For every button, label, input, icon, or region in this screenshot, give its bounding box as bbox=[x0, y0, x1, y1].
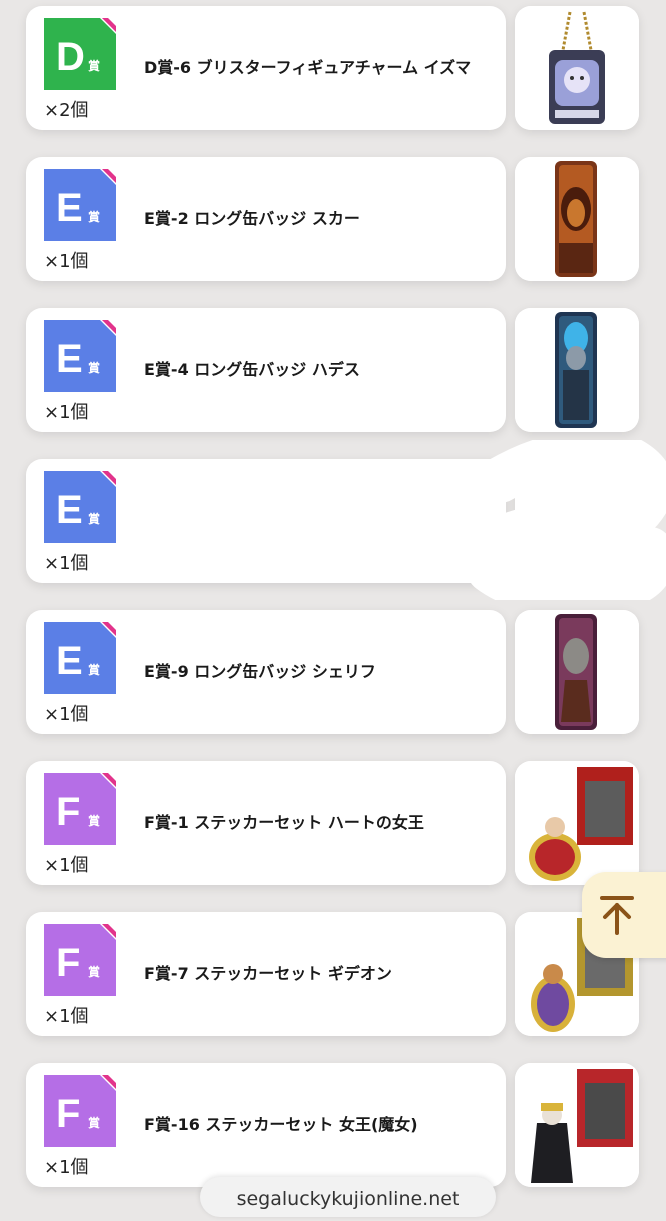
quantity: ×1個 bbox=[44, 855, 89, 876]
prize-image-sticker-evil-queen[interactable] bbox=[515, 1063, 639, 1187]
prize-card[interactable]: F 賞 ×1個 F賞-16 ステッカーセット 女王(魔女) bbox=[26, 1063, 506, 1187]
grade-f-badge-icon: F 賞 bbox=[44, 924, 116, 996]
badge-suffix: 賞 bbox=[88, 58, 100, 73]
badge-suffix: 賞 bbox=[88, 1115, 100, 1130]
quantity: ×1個 bbox=[44, 1006, 89, 1027]
prize-title: E賞-4 ロング缶バッジ ハデス bbox=[144, 360, 360, 379]
badge-letter: F bbox=[56, 790, 80, 834]
badge-suffix: 賞 bbox=[88, 511, 100, 526]
list-item[interactable]: E 賞 ×1個 E賞-4 ロング缶バッジ ハデス bbox=[0, 308, 666, 434]
badge-suffix: 賞 bbox=[88, 964, 100, 979]
prize-card[interactable]: F 賞 ×1個 F賞-1 ステッカーセット ハートの女王 bbox=[26, 761, 506, 885]
prize-image-blister-charm[interactable] bbox=[515, 6, 639, 130]
scroll-to-top-button[interactable] bbox=[582, 872, 666, 958]
quantity: ×1個 bbox=[44, 402, 89, 423]
url-text: segaluckykujionline.net bbox=[236, 1188, 460, 1210]
prize-image-sticker-queen-of-hearts[interactable] bbox=[515, 761, 639, 885]
prize-image-long-badge-sheriff[interactable] bbox=[515, 610, 639, 734]
badge-letter: F bbox=[56, 941, 80, 985]
badge-suffix: 賞 bbox=[88, 662, 100, 677]
prize-title bbox=[144, 459, 484, 583]
quantity: ×1個 bbox=[44, 1157, 89, 1178]
prize-card[interactable]: E 賞 ×1個 E賞-9 ロング缶バッジ シェリフ bbox=[26, 610, 506, 734]
prize-title: D賞-6 ブリスターフィギュアチャーム イズマ bbox=[144, 58, 472, 77]
prize-title: F賞-1 ステッカーセット ハートの女王 bbox=[144, 813, 424, 832]
badge-letter: E bbox=[56, 186, 83, 230]
prize-title: F賞-7 ステッカーセット ギデオン bbox=[144, 964, 392, 983]
url-bar[interactable]: segaluckykujionline.net bbox=[200, 1177, 496, 1217]
badge-suffix: 賞 bbox=[88, 209, 100, 224]
badge-suffix: 賞 bbox=[88, 360, 100, 375]
grade-d-badge-icon: D 賞 bbox=[44, 18, 116, 90]
list-item[interactable]: E 賞 ×1個 E賞-2 ロング缶バッジ スカー bbox=[0, 157, 666, 283]
badge-letter: F bbox=[56, 1092, 80, 1136]
badge-letter: D bbox=[56, 35, 85, 79]
prize-card[interactable]: F 賞 ×1個 F賞-7 ステッカーセット ギデオン bbox=[26, 912, 506, 1036]
prize-card[interactable]: E 賞 ×1個 bbox=[26, 459, 506, 583]
list-item[interactable]: F 賞 ×1個 F賞-1 ステッカーセット ハートの女王 bbox=[0, 761, 666, 887]
scribble-overlay bbox=[465, 430, 666, 616]
prize-image-long-badge-hades[interactable] bbox=[515, 308, 639, 432]
badge-letter: E bbox=[56, 639, 83, 683]
list-item[interactable]: F 賞 ×1個 F賞-7 ステッカーセット ギデオン bbox=[0, 912, 666, 1038]
badge-letter: E bbox=[56, 337, 83, 381]
grade-f-badge-icon: F 賞 bbox=[44, 1075, 116, 1147]
prize-card[interactable]: E 賞 ×1個 E賞-4 ロング缶バッジ ハデス bbox=[26, 308, 506, 432]
badge-suffix: 賞 bbox=[88, 813, 100, 828]
prize-card[interactable]: D 賞 ×2個 D賞-6 ブリスターフィギュアチャーム イズマ bbox=[26, 6, 506, 130]
quantity: ×1個 bbox=[44, 704, 89, 725]
quantity: ×1個 bbox=[44, 251, 89, 272]
grade-e-badge-icon: E 賞 bbox=[44, 622, 116, 694]
prize-title: F賞-16 ステッカーセット 女王(魔女) bbox=[144, 1115, 418, 1134]
grade-e-badge-icon: E 賞 bbox=[44, 169, 116, 241]
prize-card[interactable]: E 賞 ×1個 E賞-2 ロング缶バッジ スカー bbox=[26, 157, 506, 281]
list-item[interactable]: D 賞 ×2個 D賞-6 ブリスターフィギュアチャーム イズマ bbox=[0, 6, 666, 132]
grade-e-badge-icon: E 賞 bbox=[44, 471, 116, 543]
list-item[interactable]: E 賞 ×1個 E賞-9 ロング缶バッジ シェリフ bbox=[0, 610, 666, 736]
prize-title: E賞-2 ロング缶バッジ スカー bbox=[144, 209, 360, 228]
badge-letter: E bbox=[56, 488, 83, 532]
arrow-up-icon bbox=[600, 896, 634, 935]
quantity: ×2個 bbox=[44, 100, 89, 121]
list-item[interactable]: F 賞 ×1個 F賞-16 ステッカーセット 女王(魔女) bbox=[0, 1063, 666, 1189]
quantity: ×1個 bbox=[44, 553, 89, 574]
prize-title: E賞-9 ロング缶バッジ シェリフ bbox=[144, 662, 376, 681]
prize-image-long-badge-scar[interactable] bbox=[515, 157, 639, 281]
grade-f-badge-icon: F 賞 bbox=[44, 773, 116, 845]
grade-e-badge-icon: E 賞 bbox=[44, 320, 116, 392]
